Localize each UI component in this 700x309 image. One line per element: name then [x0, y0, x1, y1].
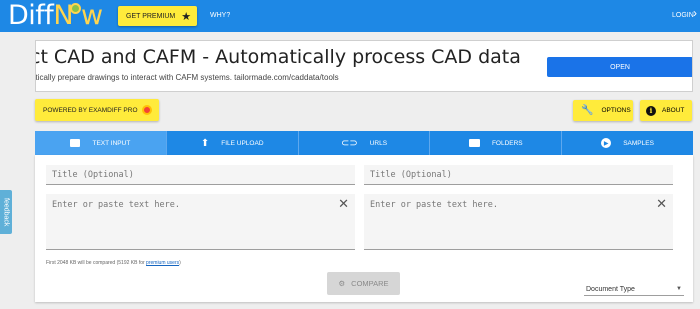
tab-file-upload[interactable]: ⬆ FILE UPLOAD: [167, 131, 299, 155]
powered-by-examdiff-button[interactable]: POWERED BY EXAMDIFF PRO: [35, 99, 159, 121]
ad-subtitle: atically prepare drawings to interact wi…: [35, 73, 339, 82]
wrench-icon: 🔧: [581, 105, 594, 116]
right-title-input[interactable]: Title (Optional): [364, 165, 673, 185]
premium-users-link[interactable]: premium users: [146, 260, 179, 266]
feedback-tab[interactable]: feedback: [0, 190, 12, 234]
fruit-icon: [141, 105, 152, 115]
left-text-area[interactable]: Enter or paste text here. ✕: [46, 194, 355, 250]
tab-label: URLS: [369, 139, 388, 147]
tab-urls[interactable]: ⊂⊃ URLS: [299, 131, 431, 155]
compare-icon: ⚙: [338, 279, 346, 288]
right-text-placeholder: Enter or paste text here.: [370, 200, 498, 210]
why-link[interactable]: WHY?: [210, 12, 230, 19]
folder-icon: [468, 139, 480, 147]
diffnow-logo[interactable]: DiffN w: [8, 1, 103, 31]
chat-icon: [70, 139, 81, 147]
tab-label: FILE UPLOAD: [221, 139, 264, 147]
input-mode-tabs: TEXT INPUT ⬆ FILE UPLOAD ⊂⊃ URLS FOLDERS…: [35, 131, 693, 155]
play-icon: ▶: [601, 138, 612, 148]
star-icon: ★: [181, 10, 192, 23]
top-navbar: DiffN w GET PREMIUM ★ WHY? LOGIN ›: [0, 0, 700, 32]
logo-text-w: w: [81, 0, 103, 31]
tab-label: SAMPLES: [623, 139, 654, 147]
about-button[interactable]: i ABOUT: [640, 100, 692, 121]
link-icon: ⊂⊃: [340, 137, 358, 149]
left-text-placeholder: Enter or paste text here.: [52, 200, 180, 210]
size-limit-note: First 2048 KB will be compared (5192 KB …: [46, 260, 181, 266]
left-title-input[interactable]: Title (Optional): [46, 165, 355, 185]
document-type-label: Document Type: [586, 285, 635, 293]
info-icon: i: [646, 105, 656, 116]
compare-label: COMPARE: [351, 279, 389, 288]
tab-samples[interactable]: ▶ SAMPLES: [562, 131, 693, 155]
tab-text-input[interactable]: TEXT INPUT: [35, 131, 167, 155]
about-label: ABOUT: [662, 107, 685, 114]
right-text-area[interactable]: Enter or paste text here. ✕: [364, 194, 673, 250]
tab-label: TEXT INPUT: [92, 139, 131, 147]
tab-label: FOLDERS: [491, 139, 523, 147]
options-label: OPTIONS: [601, 107, 631, 114]
get-premium-label: GET PREMIUM: [126, 12, 176, 20]
text-input-panel: Title (Optional) Title (Optional) Enter …: [35, 155, 693, 302]
dropdown-caret-icon: ▼: [676, 286, 682, 292]
get-premium-button[interactable]: GET PREMIUM ★: [118, 6, 197, 26]
powered-by-label: POWERED BY EXAMDIFF PRO: [43, 106, 138, 114]
upload-icon: ⬆: [200, 137, 210, 149]
ad-open-button[interactable]: OPEN: [547, 57, 692, 77]
ad-banner[interactable]: ct CAD and CAFM - Automatically process …: [35, 40, 693, 92]
size-limit-end: ): [179, 260, 181, 266]
document-type-select[interactable]: Document Type ▼: [584, 283, 684, 296]
arrow-icon[interactable]: ›: [693, 6, 697, 20]
logo-apple-icon: [70, 3, 82, 14]
logo-text-diff: Diff: [8, 0, 54, 31]
clear-left-icon[interactable]: ✕: [338, 197, 349, 212]
login-link[interactable]: LOGIN: [672, 12, 694, 19]
options-button[interactable]: 🔧 OPTIONS: [573, 100, 633, 121]
size-limit-text: First 2048 KB will be compared (5192 KB …: [46, 260, 147, 266]
compare-button[interactable]: ⚙ COMPARE: [327, 272, 400, 295]
clear-right-icon[interactable]: ✕: [656, 197, 667, 212]
tab-folders[interactable]: FOLDERS: [430, 131, 563, 155]
ad-title: ct CAD and CAFM - Automatically process …: [35, 46, 521, 68]
